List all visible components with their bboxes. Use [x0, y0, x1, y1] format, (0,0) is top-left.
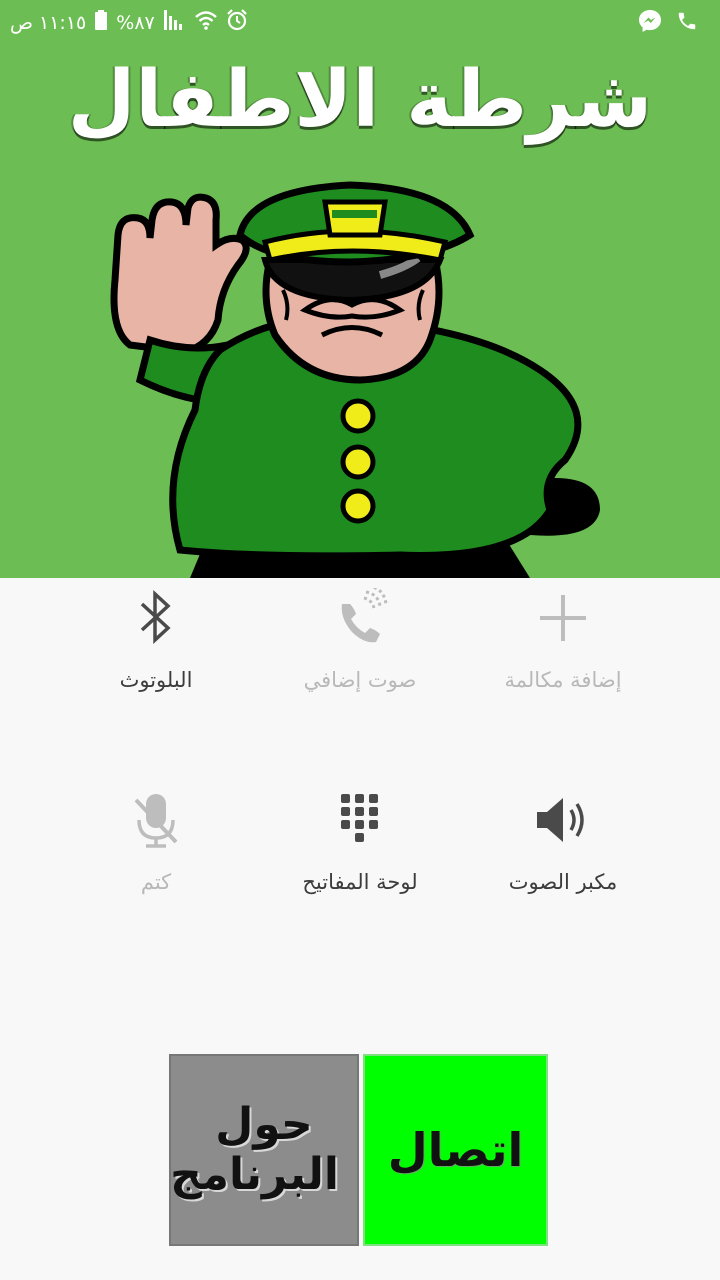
bluetooth-button[interactable]: البلوتوث — [56, 588, 256, 692]
extra-volume-label: صوت إضافي — [303, 668, 417, 692]
keypad-label: لوحة المفاتيح — [302, 870, 418, 894]
plus-icon — [463, 588, 663, 648]
police-officer-illustration — [110, 181, 600, 578]
keypad-icon — [260, 790, 460, 850]
app-title: شرطة الاطفال — [67, 55, 653, 145]
call-label: اتصال — [387, 1123, 524, 1177]
wifi-icon — [194, 10, 217, 35]
hero-banner: ١١:١٥ ص %٨٧ شرطة الاطفال — [0, 0, 720, 578]
status-time: ١١:١٥ ص — [10, 11, 87, 34]
speaker-label: مكبر الصوت — [508, 870, 618, 894]
bluetooth-label: البلوتوث — [119, 668, 193, 692]
mute-button[interactable]: كتم — [56, 790, 256, 894]
alarm-icon — [226, 9, 248, 36]
add-call-button[interactable]: إضافة مكالمة — [463, 588, 663, 692]
status-right — [638, 9, 698, 38]
status-bar: ١١:١٥ ص %٨٧ — [0, 0, 720, 42]
speaker-button[interactable]: مكبر الصوت — [463, 790, 663, 894]
extra-volume-button[interactable]: صوت إضافي — [260, 588, 460, 692]
mute-mic-icon — [56, 790, 256, 850]
battery-percent: %٨٧ — [116, 11, 155, 34]
status-left: ١١:١٥ ص %٨٧ — [10, 9, 248, 36]
extra-volume-icon — [260, 588, 460, 648]
about-app-label: حول البرنامج — [170, 1099, 339, 1200]
add-call-label: إضافة مكالمة — [504, 668, 622, 692]
bluetooth-icon — [56, 588, 256, 648]
keypad-button[interactable]: لوحة المفاتيح — [260, 790, 460, 894]
phone-icon — [676, 10, 698, 37]
call-button[interactable]: اتصال — [363, 1054, 548, 1246]
battery-icon — [95, 10, 108, 35]
messenger-icon — [638, 9, 662, 38]
mute-label: كتم — [140, 870, 172, 894]
about-app-button[interactable]: حول البرنامج — [169, 1054, 359, 1246]
speaker-icon — [463, 790, 663, 850]
signal-icon — [163, 10, 186, 35]
